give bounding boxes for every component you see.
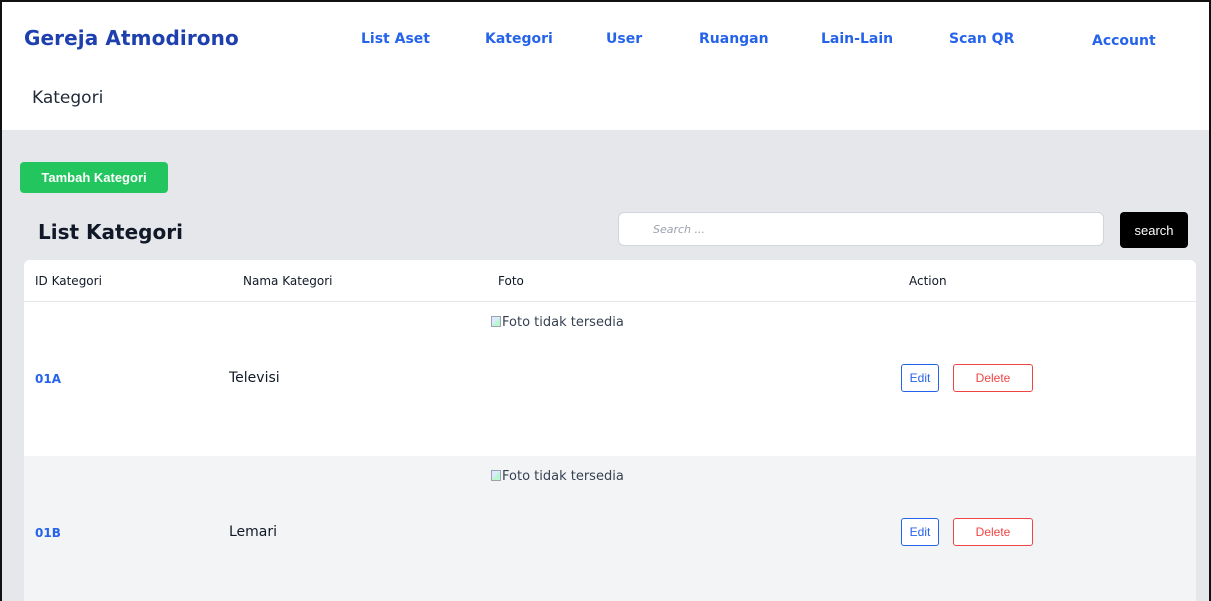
search-input[interactable]	[618, 212, 1104, 246]
broken-image-icon	[491, 316, 501, 327]
header-action: Action	[909, 274, 947, 288]
nav-kategori[interactable]: Kategori	[485, 31, 553, 47]
brand-logo-text[interactable]: Gereja Atmodirono	[24, 26, 239, 50]
header-id: ID Kategori	[35, 274, 102, 288]
edit-button[interactable]: Edit	[901, 518, 939, 546]
category-photo: Foto tidak tersedia	[491, 315, 624, 330]
photo-alt-text: Foto tidak tersedia	[502, 469, 624, 484]
category-name: Lemari	[229, 524, 278, 540]
category-name: Televisi	[229, 370, 280, 386]
category-table: ID Kategori Nama Kategori Foto Action 01…	[24, 260, 1196, 601]
table-row: 01B Lemari Foto tidak tersedia Edit Dele…	[24, 456, 1196, 601]
nav-scan-qr[interactable]: Scan QR	[949, 31, 1014, 47]
category-id-link[interactable]: 01A	[35, 372, 61, 386]
broken-image-icon	[491, 470, 501, 481]
delete-button[interactable]: Delete	[953, 364, 1033, 392]
table-header: ID Kategori Nama Kategori Foto Action	[24, 260, 1196, 302]
add-category-button[interactable]: Tambah Kategori	[20, 162, 168, 193]
search-button[interactable]: search	[1120, 212, 1188, 248]
table-row: 01A Televisi Foto tidak tersedia Edit De…	[24, 302, 1196, 456]
app-frame: Gereja Atmodirono List Aset Kategori Use…	[0, 0, 1211, 601]
edit-button[interactable]: Edit	[901, 364, 939, 392]
list-title: List Kategori	[38, 220, 183, 244]
page-title: Kategori	[32, 88, 104, 108]
delete-button[interactable]: Delete	[953, 518, 1033, 546]
nav-ruangan[interactable]: Ruangan	[699, 31, 769, 47]
category-id-link[interactable]: 01B	[35, 526, 61, 540]
navbar: Gereja Atmodirono List Aset Kategori Use…	[2, 2, 1209, 74]
main-content: Tambah Kategori List Kategori search ID …	[2, 130, 1209, 601]
page-header: Kategori	[2, 74, 1209, 130]
nav-list-aset[interactable]: List Aset	[361, 31, 430, 47]
header-name: Nama Kategori	[243, 274, 333, 288]
photo-alt-text: Foto tidak tersedia	[502, 315, 624, 330]
category-photo: Foto tidak tersedia	[491, 469, 624, 484]
nav-lain-lain[interactable]: Lain-Lain	[821, 31, 893, 47]
nav-user[interactable]: User	[606, 31, 642, 47]
header-foto: Foto	[498, 274, 524, 288]
nav-account[interactable]: Account	[1092, 33, 1156, 49]
